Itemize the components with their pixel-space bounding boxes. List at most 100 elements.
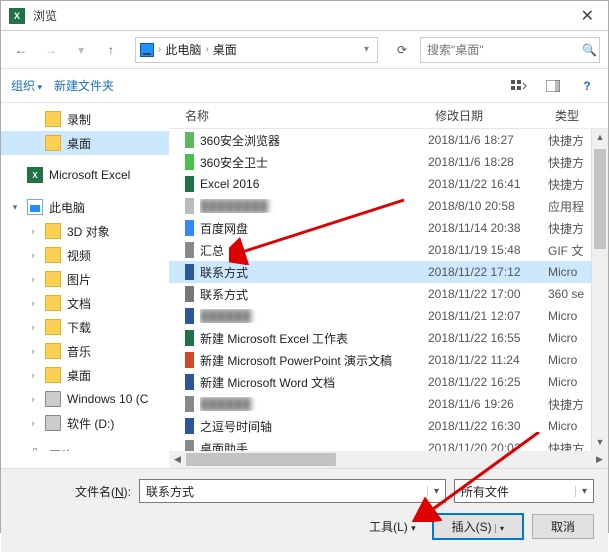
scrollbar-vertical[interactable]: ▲ ▼ <box>591 129 608 451</box>
back-button[interactable]: ← <box>9 38 33 62</box>
excel-app-icon: X <box>9 8 25 24</box>
filename-combo[interactable]: 联系方式 ▾ <box>139 479 446 503</box>
close-icon[interactable]: ✕ <box>575 6 600 26</box>
sidebar-item-documents[interactable]: ›文档 <box>1 291 169 315</box>
folder-icon <box>45 247 61 263</box>
scroll-right-icon[interactable]: ▶ <box>591 454 608 465</box>
file-date: 2018/11/14 20:38 <box>428 221 548 235</box>
file-date: 2018/11/22 16:25 <box>428 375 548 389</box>
new-folder-button[interactable]: 新建文件夹 <box>54 77 114 94</box>
search-box[interactable]: 🔍 <box>420 37 600 63</box>
body: 录制 桌面 XMicrosoft Excel ▾此电脑 ›3D 对象 ›视频 ›… <box>1 103 608 451</box>
sidebar-item-desktop-2[interactable]: ›桌面 <box>1 363 169 387</box>
up-button[interactable]: ↑ <box>99 38 123 62</box>
view-options-button[interactable] <box>508 75 530 97</box>
scroll-down-icon[interactable]: ▼ <box>592 434 608 451</box>
excel-icon: X <box>27 167 43 183</box>
file-icon <box>185 374 194 390</box>
file-row[interactable]: 百度网盘2018/11/14 20:38快捷方 <box>169 217 608 239</box>
file-row[interactable]: ██████2018/11/6 19:26快捷方 <box>169 393 608 415</box>
column-name[interactable]: 名称 <box>185 107 435 124</box>
file-row[interactable]: Excel 20162018/11/22 16:41快捷方 <box>169 173 608 195</box>
column-type[interactable]: 类型 <box>555 107 608 124</box>
search-input[interactable] <box>427 43 582 57</box>
file-row[interactable]: ████████2018/8/10 20:58应用程 <box>169 195 608 217</box>
file-row[interactable]: 汇总2018/11/19 15:48GIF 文 <box>169 239 608 261</box>
sidebar-item-this-pc[interactable]: ▾此电脑 <box>1 195 169 219</box>
scrollbar-horizontal[interactable]: ◀ ▶ <box>169 451 608 468</box>
file-name: 360安全卫士 <box>200 154 428 171</box>
file-icon <box>185 396 194 412</box>
chevron-down-icon[interactable]: ▾ <box>575 486 593 497</box>
file-name: ██████ <box>200 309 428 323</box>
file-row[interactable]: 联系方式2018/11/22 17:00360 se <box>169 283 608 305</box>
sidebar-item-excel[interactable]: XMicrosoft Excel <box>1 163 169 187</box>
pc-icon <box>27 199 43 215</box>
file-icon <box>185 440 194 451</box>
filename-value[interactable]: 联系方式 <box>140 483 427 500</box>
file-name: ██████ <box>200 397 428 411</box>
file-date: 2018/11/22 16:41 <box>428 177 548 191</box>
file-name: Excel 2016 <box>200 177 428 191</box>
file-row[interactable]: 360安全卫士2018/11/6 18:28快捷方 <box>169 151 608 173</box>
filter-value: 所有文件 <box>455 483 575 500</box>
refresh-button[interactable]: ⟳ <box>390 38 414 62</box>
disk-icon <box>45 391 61 407</box>
file-list-header: 名称 修改日期 类型 <box>169 103 608 129</box>
titlebar: X 浏览 ✕ <box>1 1 608 31</box>
file-row[interactable]: 桌面助手2018/11/20 20:02快捷方 <box>169 437 608 451</box>
preview-pane-button[interactable] <box>542 75 564 97</box>
file-row[interactable]: 新建 Microsoft Word 文档2018/11/22 16:25Micr… <box>169 371 608 393</box>
crumb-desktop[interactable]: 桌面 <box>213 41 237 58</box>
scroll-thumb[interactable] <box>594 149 606 249</box>
sidebar-item-network[interactable]: ›🖧网络 <box>1 443 169 451</box>
forward-button[interactable]: → <box>39 38 63 62</box>
file-icon <box>185 330 194 346</box>
file-icon <box>185 220 194 236</box>
column-date[interactable]: 修改日期 <box>435 107 555 124</box>
crumb-this-pc[interactable]: 此电脑 <box>165 41 201 58</box>
help-button[interactable]: ? <box>576 75 598 97</box>
sidebar: 录制 桌面 XMicrosoft Excel ▾此电脑 ›3D 对象 ›视频 ›… <box>1 103 169 451</box>
organize-button[interactable]: 组织 <box>11 77 42 94</box>
sidebar-item-pictures[interactable]: ›图片 <box>1 267 169 291</box>
scroll-up-icon[interactable]: ▲ <box>592 129 608 146</box>
scroll-left-icon[interactable]: ◀ <box>169 454 186 465</box>
file-icon <box>185 308 194 324</box>
sidebar-item-videos[interactable]: ›视频 <box>1 243 169 267</box>
file-icon <box>185 176 194 192</box>
file-date: 2018/11/6 18:28 <box>428 155 548 169</box>
file-date: 2018/11/22 11:24 <box>428 353 548 367</box>
sidebar-item-drive-d[interactable]: ›软件 (D:) <box>1 411 169 435</box>
file-row[interactable]: 新建 Microsoft PowerPoint 演示文稿2018/11/22 1… <box>169 349 608 371</box>
chevron-right-icon: › <box>158 44 161 55</box>
tools-button[interactable]: 工具(L) ▾ <box>361 515 424 538</box>
file-row[interactable]: ██████2018/11/21 12:07Micro <box>169 305 608 327</box>
file-name: 桌面助手 <box>200 440 428 452</box>
file-icon <box>185 242 194 258</box>
bottom-panel: 文件名(N): 联系方式 ▾ 所有文件 ▾ 工具(L) ▾ 插入(S) ▾ 取消 <box>1 468 608 552</box>
sidebar-item-music[interactable]: ›音乐 <box>1 339 169 363</box>
sidebar-item-drive-c[interactable]: ›Windows 10 (C <box>1 387 169 411</box>
disk-icon <box>45 415 61 431</box>
file-row[interactable]: 联系方式2018/11/22 17:12Micro <box>169 261 608 283</box>
file-row[interactable]: 之逗号时间轴2018/11/22 16:30Micro <box>169 415 608 437</box>
address-bar[interactable]: › 此电脑 › 桌面 ▾ <box>135 37 378 63</box>
chevron-down-icon[interactable]: ▾ <box>427 486 445 497</box>
folder-icon <box>45 295 61 311</box>
scroll-thumb-h[interactable] <box>186 453 336 466</box>
file-list-body[interactable]: 360安全浏览器2018/11/6 18:27快捷方360安全卫士2018/11… <box>169 129 608 451</box>
address-dropdown-icon[interactable]: ▾ <box>360 44 373 55</box>
sidebar-item-recordings[interactable]: 录制 <box>1 107 169 131</box>
file-row[interactable]: 360安全浏览器2018/11/6 18:27快捷方 <box>169 129 608 151</box>
filetype-filter[interactable]: 所有文件 ▾ <box>454 479 594 503</box>
sidebar-item-desktop[interactable]: 桌面 <box>1 131 169 155</box>
file-name: 新建 Microsoft Word 文档 <box>200 374 428 391</box>
file-row[interactable]: 新建 Microsoft Excel 工作表2018/11/22 16:55Mi… <box>169 327 608 349</box>
folder-icon <box>45 271 61 287</box>
sidebar-item-downloads[interactable]: ›下载 <box>1 315 169 339</box>
sidebar-item-3d-objects[interactable]: ›3D 对象 <box>1 219 169 243</box>
recent-locations-button[interactable]: ▾ <box>69 38 93 62</box>
cancel-button[interactable]: 取消 <box>532 514 594 539</box>
insert-button[interactable]: 插入(S) ▾ <box>432 513 524 540</box>
